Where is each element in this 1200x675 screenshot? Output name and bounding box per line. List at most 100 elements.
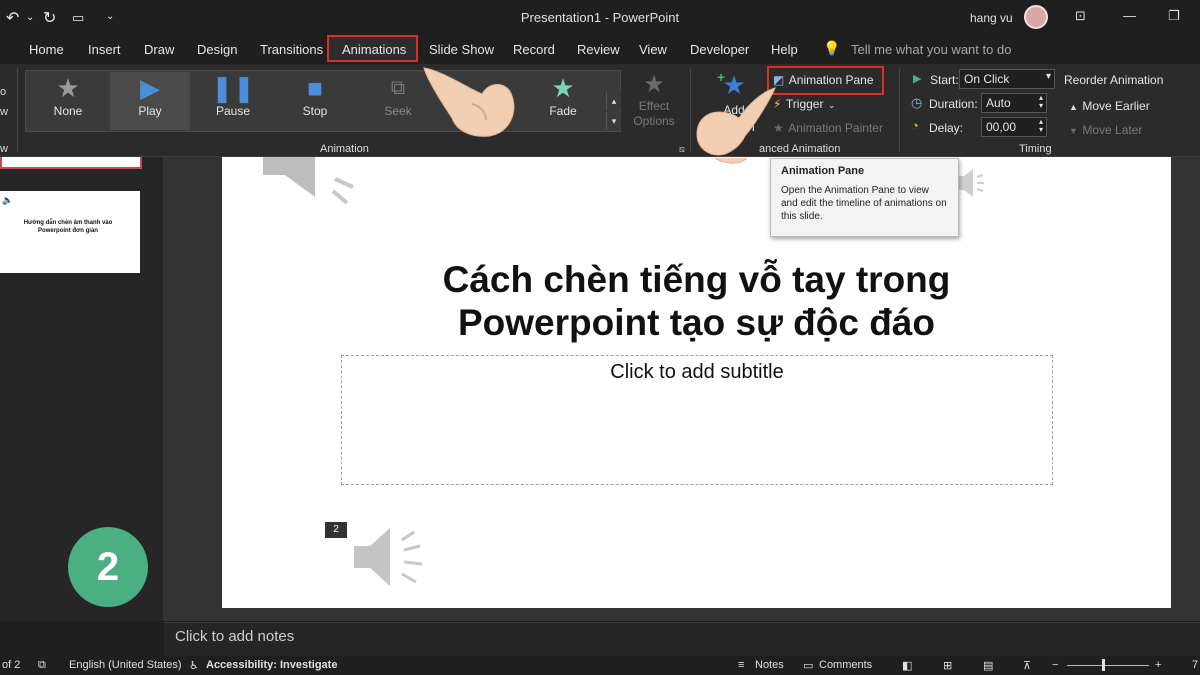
- gallery-seek[interactable]: ⧉ Seek: [358, 72, 438, 130]
- restore-icon[interactable]: ❐: [1168, 8, 1180, 24]
- tab-design[interactable]: Design: [197, 42, 237, 57]
- slide-thumbnail-1[interactable]: [0, 157, 142, 169]
- tab-animations[interactable]: Animations: [342, 42, 406, 57]
- animation-pane-icon: ◩: [773, 73, 785, 87]
- lightning-icon: ⚡: [773, 97, 782, 111]
- advanced-animation-group-label: anced Animation: [759, 143, 841, 155]
- clock-icon: ◷: [911, 95, 923, 110]
- tab-slideshow[interactable]: Slide Show: [429, 42, 494, 57]
- tab-home[interactable]: Home: [29, 42, 64, 57]
- normal-view-icon[interactable]: ◧: [902, 659, 912, 672]
- seek-icon: ⧉: [390, 77, 406, 99]
- painter-icon: ★: [773, 121, 784, 135]
- tab-record[interactable]: Record: [513, 42, 555, 57]
- add-animation-button[interactable]: ★ Add: [706, 70, 762, 117]
- reorder-animation-label: Reorder Animation: [1064, 73, 1164, 87]
- accessibility-status[interactable]: Accessibility: Investigate: [206, 659, 337, 671]
- move-later-button[interactable]: ▼ Move Later: [1069, 121, 1142, 139]
- stop-icon: ■: [307, 73, 323, 103]
- animation-painter-button[interactable]: ★ Animation Painter: [773, 119, 883, 137]
- preview-group-partial: w: [0, 143, 8, 155]
- gallery-none[interactable]: ★ None: [28, 72, 108, 130]
- speaker-icon-top[interactable]: [255, 157, 375, 207]
- speaker-icon-bottom[interactable]: [350, 522, 430, 592]
- notes-toggle[interactable]: Notes: [755, 659, 784, 671]
- accessibility-icon[interactable]: ♿: [189, 659, 199, 672]
- add-animation-label-tail: n: [748, 120, 755, 134]
- animation-pane-label: Animation Pane: [788, 73, 874, 87]
- animation-painter-label: Animation Painter: [788, 121, 883, 135]
- notes-icon[interactable]: ≡: [738, 659, 744, 671]
- delay-label: Delay:: [929, 121, 964, 135]
- gallery-fade[interactable]: ★ Fade: [523, 72, 603, 130]
- start-icon: ▶: [913, 73, 922, 85]
- move-later-label: Move Later: [1082, 123, 1143, 137]
- gallery-stop-label: Stop: [302, 104, 328, 118]
- tooltip-title: Animation Pane: [781, 165, 865, 177]
- notes-pane[interactable]: [164, 622, 1200, 656]
- zoom-slider-thumb[interactable]: [1102, 659, 1105, 671]
- gallery-scroll-up[interactable]: ▴: [606, 92, 621, 110]
- notes-placeholder[interactable]: Click to add notes: [175, 628, 294, 645]
- gallery-fade-label: Fade: [549, 104, 577, 118]
- tab-developer[interactable]: Developer: [690, 42, 749, 57]
- gallery-scroll-more[interactable]: ▾: [606, 112, 621, 130]
- tab-help[interactable]: Help: [771, 42, 798, 57]
- spinner-icon[interactable]: ▴ ▾: [1039, 94, 1043, 110]
- play-icon: ▶: [140, 73, 160, 103]
- avatar[interactable]: [1024, 5, 1048, 29]
- slide-title-line-2: Powerpoint tạo sự độc đáo: [458, 302, 935, 343]
- delay-clock-icon: ◔: [911, 118, 919, 133]
- add-animation-star-icon: ★: [722, 70, 746, 100]
- move-earlier-button[interactable]: ▲ Move Earlier: [1069, 97, 1150, 115]
- tab-draw[interactable]: Draw: [144, 42, 174, 57]
- duration-label: Duration:: [929, 97, 978, 111]
- timing-group-label: Timing: [1019, 143, 1052, 155]
- slide-title[interactable]: Cách chèn tiếng vỗ tay trong Powerpoint …: [222, 258, 1171, 344]
- effect-options-label: Effect Options: [633, 99, 675, 128]
- pause-icon: ❚❚: [211, 73, 255, 103]
- zoom-slider[interactable]: [1067, 665, 1149, 666]
- zoom-level[interactable]: 7: [1192, 659, 1198, 671]
- preview-partial-label: w: [0, 106, 8, 118]
- zoom-out-icon[interactable]: −: [1052, 659, 1058, 671]
- preview-partial-icon[interactable]: o: [0, 86, 6, 98]
- tab-review[interactable]: Review: [577, 42, 620, 57]
- slideshow-view-icon[interactable]: ⊼: [1023, 659, 1031, 672]
- tab-transitions[interactable]: Transitions: [260, 42, 323, 57]
- spinner-icon[interactable]: ▴ ▾: [1039, 118, 1043, 134]
- start-select[interactable]: On Click ▾: [959, 69, 1055, 89]
- ribbon-display-icon[interactable]: ⊡: [1075, 8, 1086, 24]
- star-fade-icon: ★: [551, 73, 575, 103]
- speaker-icon-right[interactable]: [955, 167, 987, 199]
- tab-insert[interactable]: Insert: [88, 42, 121, 57]
- comments-icon[interactable]: ▭: [803, 659, 813, 672]
- trigger-button[interactable]: ⚡ Trigger ⌄: [773, 95, 835, 113]
- slide-sorter-icon[interactable]: ⊞: [943, 659, 952, 672]
- animation-pane-button[interactable]: ◩ Animation Pane: [773, 71, 874, 89]
- duration-field[interactable]: Auto ▴ ▾: [981, 93, 1047, 113]
- star-outline-icon: ★: [56, 73, 80, 103]
- tab-view[interactable]: View: [639, 42, 667, 57]
- separator: [17, 68, 18, 152]
- dialog-launcher-icon[interactable]: ⧅: [679, 144, 685, 155]
- subtitle-placeholder[interactable]: Click to add subtitle: [341, 361, 1053, 384]
- chevron-down-icon: ⌄: [827, 100, 836, 110]
- thumbnail-speaker-icon: 🔈: [2, 195, 14, 205]
- spellcheck-icon[interactable]: ⧉: [38, 659, 46, 672]
- effect-options-button[interactable]: ★ Effect Options: [630, 70, 678, 129]
- zoom-in-icon[interactable]: +: [1155, 659, 1161, 671]
- delay-field[interactable]: 00,00 ▴ ▾: [981, 117, 1047, 137]
- minimize-icon[interactable]: —: [1123, 8, 1136, 23]
- comments-toggle[interactable]: Comments: [819, 659, 872, 671]
- tooltip-body: Open the Animation Pane to view and edit…: [781, 185, 947, 222]
- language-status[interactable]: English (United States): [69, 659, 182, 671]
- user-name[interactable]: hang vu: [970, 11, 1013, 25]
- tell-me-search[interactable]: Tell me what you want to do: [851, 42, 1011, 57]
- reading-view-icon[interactable]: ▤: [983, 659, 993, 672]
- lightbulb-icon: 💡: [823, 40, 841, 56]
- animation-group-label: Animation: [320, 143, 369, 155]
- gallery-play[interactable]: ▶ Play: [110, 72, 190, 130]
- gallery-pause[interactable]: ❚❚ Pause: [193, 72, 273, 130]
- gallery-stop[interactable]: ■ Stop: [275, 72, 355, 130]
